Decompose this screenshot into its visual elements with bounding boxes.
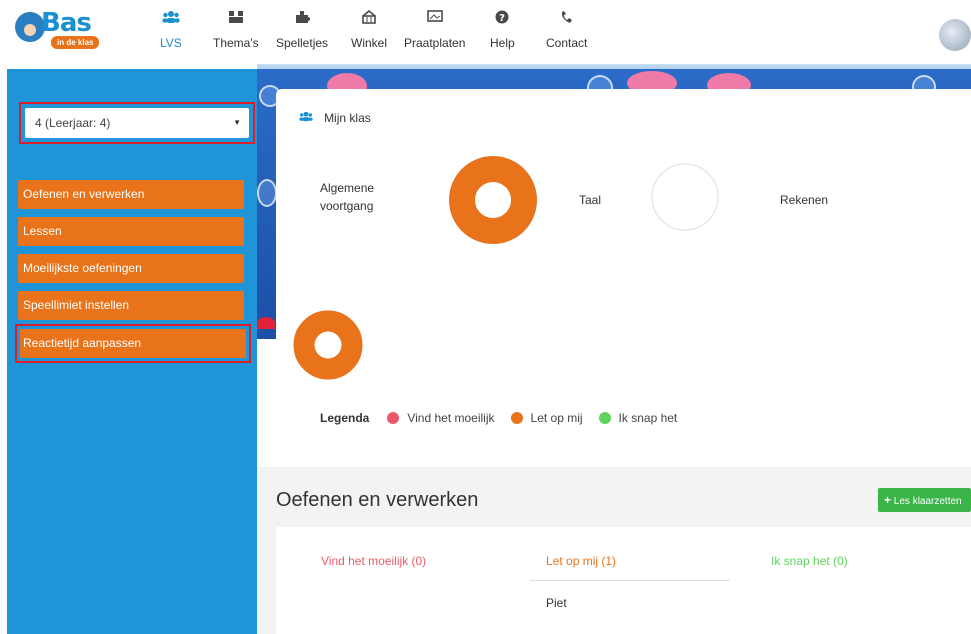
legend-item-snap: Ik snap het xyxy=(598,411,678,425)
exercise-section: Oefenen en verwerken + Les klaarzetten V… xyxy=(257,467,971,634)
nav-label: Help xyxy=(490,36,515,50)
nav-lvs[interactable]: LVS xyxy=(160,10,182,50)
legend-title: Legenda xyxy=(320,411,370,425)
add-lesson-button[interactable]: + Les klaarzetten xyxy=(878,488,971,512)
legend: Legenda Vind het moeilijk Let op mij Ik … xyxy=(320,411,693,425)
column-divider xyxy=(530,580,730,581)
class-select-highlight: 4 (Leerjaar: 4) ▼ xyxy=(19,102,255,144)
bubble-decoration xyxy=(257,179,277,207)
sidebar-item-lessen[interactable]: Lessen xyxy=(18,217,244,246)
phone-icon xyxy=(546,10,587,30)
progress-donut-rekenen xyxy=(293,310,363,380)
metric-label-rekenen: Rekenen xyxy=(780,193,829,207)
nav-label: Contact xyxy=(546,36,588,50)
add-lesson-label: Les klaarzetten xyxy=(893,496,962,507)
user-avatar[interactable] xyxy=(939,19,971,51)
legend-item-moeilijk: Vind het moeilijk xyxy=(387,411,495,425)
class-select[interactable]: 4 (Leerjaar: 4) ▼ xyxy=(25,108,249,138)
legend-label: Vind het moeilijk xyxy=(407,411,495,425)
nav-winkel[interactable]: Winkel xyxy=(351,9,388,50)
legend-dot-red xyxy=(387,412,400,424)
sidebar-item-moeilijkste[interactable]: Moeilijkste oefeningen xyxy=(18,254,244,283)
nav-label: LVS xyxy=(160,36,182,50)
users-icon xyxy=(160,10,182,30)
nav-contact[interactable]: Contact xyxy=(546,10,587,50)
progress-donut-taal xyxy=(651,163,719,231)
nav-label: Praatplaten xyxy=(404,36,466,50)
status-columns-card: Vind het moeilijk (0) Let op mij (1) Ik … xyxy=(276,527,971,634)
nav-themas[interactable]: Thema's xyxy=(213,10,259,50)
caret-down-icon: ▼ xyxy=(233,118,241,127)
legend-item-let-op: Let op mij xyxy=(510,411,583,425)
section-title: Oefenen en verwerken xyxy=(276,489,479,511)
card-title-text: Mijn klas xyxy=(324,111,371,125)
nav-help[interactable]: ? Help xyxy=(490,10,515,50)
card-title: Mijn klas xyxy=(299,111,371,125)
blocks-icon xyxy=(213,10,259,30)
candy-decoration xyxy=(257,317,275,329)
column-header-snap: Ik snap het (0) xyxy=(771,554,848,568)
nav-label: Winkel xyxy=(351,36,388,50)
class-select-value: 4 (Leerjaar: 4) xyxy=(35,116,111,130)
nav-praatplaten[interactable]: Praatplaten xyxy=(404,10,465,50)
student-name[interactable]: Piet xyxy=(546,596,567,610)
column-header-let-op: Let op mij (1) xyxy=(546,554,617,568)
logo-text: Bas xyxy=(41,8,92,38)
class-overview-card: Mijn klas Algemene voortgang Taal Rekene… xyxy=(276,89,971,449)
metric-label-taal: Taal xyxy=(579,193,602,207)
column-header-moeilijk: Vind het moeilijk (0) xyxy=(321,554,427,568)
progress-donut-algemeen xyxy=(449,156,537,244)
sidebar-item-oefenen[interactable]: Oefenen en verwerken xyxy=(18,180,244,209)
nav-label: Spelletjes xyxy=(276,36,329,50)
plus-icon: + xyxy=(884,493,892,507)
legend-dot-orange xyxy=(510,412,523,424)
nav-spelletjes[interactable]: Spelletjes xyxy=(276,10,328,50)
legend-dot-green xyxy=(598,412,611,424)
sidebar-item-speellimiet[interactable]: Speellimiet instellen xyxy=(18,291,244,320)
sidebar-item-reactietijd[interactable]: Reactietijd aanpassen xyxy=(20,329,246,358)
picture-icon xyxy=(404,10,465,30)
nav-label: Thema's xyxy=(213,36,259,50)
basket-icon xyxy=(351,9,387,30)
legend-label: Ik snap het xyxy=(618,411,678,425)
users-icon xyxy=(299,111,316,125)
metric-label-algemeen: Algemene voortgang xyxy=(320,181,375,213)
sidebar-item-reactietijd-highlight: Reactietijd aanpassen xyxy=(15,324,251,363)
svg-text:?: ? xyxy=(499,13,505,24)
legend-label: Let op mij xyxy=(530,411,583,425)
brand-logo[interactable]: Bas in de klas xyxy=(15,8,115,52)
top-navigation: Bas in de klas LVS Thema's Spelletjes Wi… xyxy=(0,0,971,64)
question-icon: ? xyxy=(490,10,515,30)
logo-tagline: in de klas xyxy=(51,36,100,49)
sidebar: 4 (Leerjaar: 4) ▼ Oefenen en verwerken L… xyxy=(7,69,257,634)
puzzle-icon xyxy=(276,10,328,30)
